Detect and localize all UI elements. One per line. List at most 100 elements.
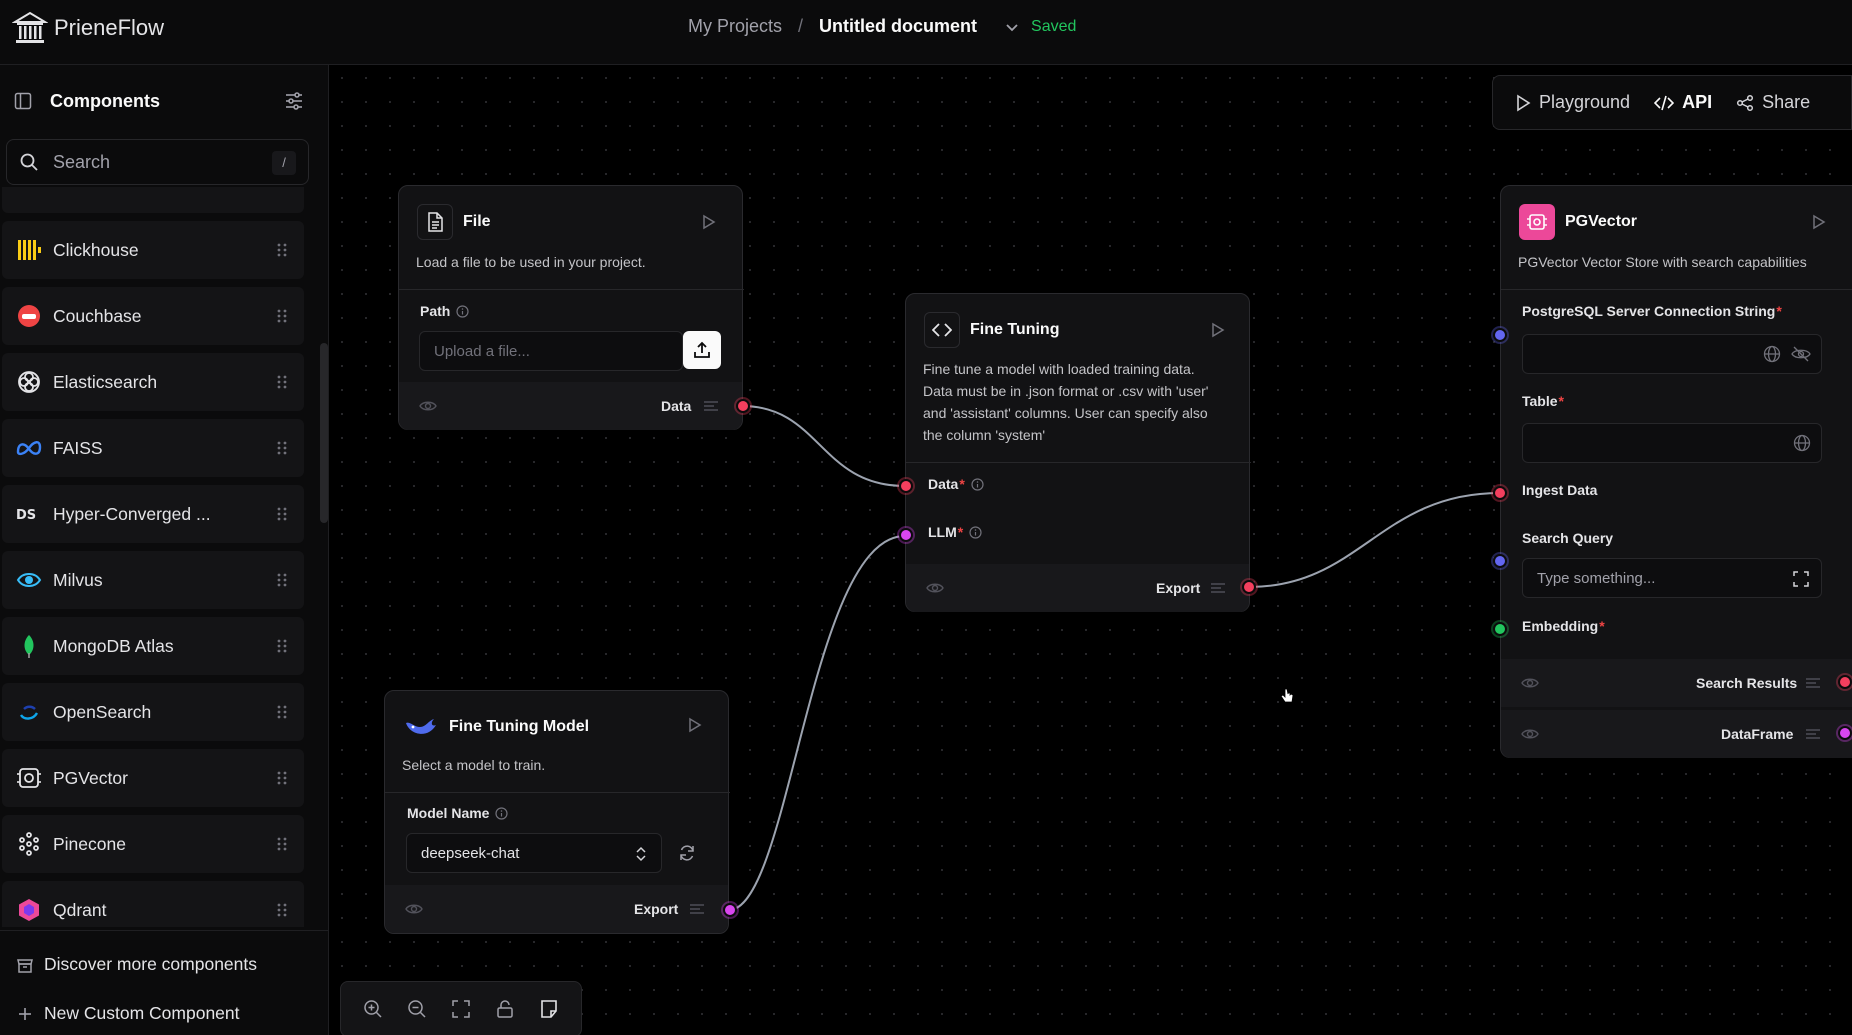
run-node-icon[interactable] xyxy=(687,717,703,733)
output-list-icon[interactable] xyxy=(703,398,719,414)
breadcrumb-projects[interactable]: My Projects xyxy=(688,16,782,37)
drag-handle-icon[interactable] xyxy=(276,638,288,654)
search-query-input[interactable]: Type something... xyxy=(1522,558,1822,598)
model-output-port[interactable] xyxy=(723,903,737,917)
sidebar-scrollbar[interactable] xyxy=(320,343,328,523)
model-name-select[interactable]: deepseek-chat xyxy=(406,833,662,873)
drag-handle-icon[interactable] xyxy=(276,374,288,390)
finetuning-data-input-port[interactable] xyxy=(899,479,913,493)
sidebar-item-label: OpenSearch xyxy=(53,701,152,722)
share-button[interactable]: Share xyxy=(1724,83,1822,123)
run-node-icon[interactable] xyxy=(1811,214,1827,230)
fine-tuning-node[interactable]: Fine Tuning Fine tune a model with loade… xyxy=(905,293,1251,612)
globe-icon[interactable] xyxy=(1793,434,1811,452)
drag-handle-icon[interactable] xyxy=(276,836,288,852)
fit-view-button[interactable] xyxy=(448,996,474,1022)
sidebar-item-qdrant[interactable]: Qdrant xyxy=(2,881,304,927)
sidebar-item-pgvector[interactable]: PGVector xyxy=(2,749,304,807)
model-name-value: deepseek-chat xyxy=(421,844,520,862)
drag-handle-icon[interactable] xyxy=(276,704,288,720)
sidebar-item-label: Elasticsearch xyxy=(53,371,158,392)
info-icon[interactable] xyxy=(495,806,509,820)
eye-icon[interactable] xyxy=(926,579,944,597)
sidebar-item-elasticsearch[interactable]: Elasticsearch xyxy=(2,353,304,411)
file-output-port[interactable] xyxy=(736,399,750,413)
fine-tuning-model-node[interactable]: Fine Tuning Model Select a model to trai… xyxy=(384,690,730,934)
sidebar-item-milvus[interactable]: Milvus xyxy=(2,551,304,609)
run-node-icon[interactable] xyxy=(1210,322,1226,338)
drag-handle-icon[interactable] xyxy=(276,902,288,918)
connection-string-input[interactable] xyxy=(1522,334,1822,374)
sidebar-item-hyper-converged[interactable]: DS Hyper-Converged ... xyxy=(2,485,304,543)
search-query-input-port[interactable] xyxy=(1493,554,1507,568)
embedding-input-port[interactable] xyxy=(1493,622,1507,636)
drag-handle-icon[interactable] xyxy=(276,572,288,588)
ingest-data-input-port[interactable] xyxy=(1493,486,1507,500)
pgvector-node[interactable]: PGVector PGVector Vector Store with sear… xyxy=(1500,185,1852,758)
breadcrumb: My Projects / Untitled document Saved xyxy=(688,16,1076,37)
run-node-icon[interactable] xyxy=(701,214,717,230)
search-query-text: Search Query xyxy=(1522,530,1614,546)
sticky-note-button[interactable] xyxy=(536,996,562,1022)
table-input[interactable] xyxy=(1522,423,1822,463)
eye-icon[interactable] xyxy=(1521,725,1539,743)
connection-string-input-port[interactable] xyxy=(1493,328,1507,342)
dataframe-output-port[interactable] xyxy=(1838,726,1852,740)
list-item-partial[interactable] xyxy=(2,187,304,213)
info-icon[interactable] xyxy=(971,477,984,491)
refresh-icon[interactable] xyxy=(678,844,696,862)
api-button[interactable]: API xyxy=(1642,83,1724,123)
description-line: Fine tune a model with loaded training d… xyxy=(923,361,1195,377)
expand-icon[interactable] xyxy=(1793,571,1809,587)
sidebar-item-label: PGVector xyxy=(53,767,128,788)
search-results-output-port[interactable] xyxy=(1838,675,1852,689)
output-list-icon[interactable] xyxy=(1805,726,1821,742)
chevron-down-icon[interactable] xyxy=(1003,18,1021,36)
playground-button[interactable]: Playground xyxy=(1503,83,1642,123)
drag-handle-icon[interactable] xyxy=(276,308,288,324)
info-icon[interactable] xyxy=(456,304,469,318)
drag-handle-icon[interactable] xyxy=(276,440,288,456)
document-title[interactable]: Untitled document xyxy=(819,16,977,37)
sidebar-item-label: MongoDB Atlas xyxy=(53,635,174,656)
output-list-icon[interactable] xyxy=(1805,675,1821,691)
output-list-icon[interactable] xyxy=(1210,580,1226,596)
data-input-label: Data * xyxy=(928,476,984,492)
zoom-in-button[interactable] xyxy=(360,996,386,1022)
unlock-icon xyxy=(497,1000,513,1018)
new-custom-component-button[interactable]: New Custom Component xyxy=(16,1003,240,1024)
sidebar-item-faiss[interactable]: FAISS xyxy=(2,419,304,477)
output-label: DataFrame xyxy=(1721,726,1794,742)
filter-settings-icon[interactable] xyxy=(284,91,304,111)
drag-handle-icon[interactable] xyxy=(276,506,288,522)
globe-icon[interactable] xyxy=(1763,345,1781,363)
sidebar-item-clickhouse[interactable]: Clickhouse xyxy=(2,221,304,279)
upload-file-input[interactable]: Upload a file... xyxy=(419,331,683,371)
eye-off-icon[interactable] xyxy=(1791,345,1811,363)
file-node[interactable]: File Load a file to be used in your proj… xyxy=(398,185,744,430)
output-list-icon[interactable] xyxy=(689,901,705,917)
sidebar-item-mongodb-atlas[interactable]: MongoDB Atlas xyxy=(2,617,304,675)
search-input[interactable] xyxy=(53,151,263,173)
eye-icon[interactable] xyxy=(405,900,423,918)
lock-button[interactable] xyxy=(492,996,518,1022)
component-search[interactable]: / xyxy=(6,139,309,185)
finetuning-llm-input-port[interactable] xyxy=(899,528,913,542)
eye-icon[interactable] xyxy=(419,397,437,415)
info-icon[interactable] xyxy=(969,525,982,539)
zoom-out-button[interactable] xyxy=(404,996,430,1022)
upload-button[interactable] xyxy=(683,331,721,369)
drag-handle-icon[interactable] xyxy=(276,242,288,258)
app-logo[interactable]: PrieneFlow xyxy=(12,10,164,46)
table-field-label: Table * xyxy=(1522,393,1564,409)
discover-components-link[interactable]: Discover more components xyxy=(16,954,257,975)
search-query-placeholder: Type something... xyxy=(1537,569,1656,587)
share-icon xyxy=(1737,94,1754,111)
finetuning-output-port[interactable] xyxy=(1242,580,1256,594)
eye-icon[interactable] xyxy=(1521,674,1539,692)
sidebar-item-pinecone[interactable]: Pinecone xyxy=(2,815,304,873)
sidebar-item-couchbase[interactable]: Couchbase xyxy=(2,287,304,345)
drag-handle-icon[interactable] xyxy=(276,770,288,786)
sidebar-item-opensearch[interactable]: OpenSearch xyxy=(2,683,304,741)
sidebar-toggle-icon[interactable] xyxy=(14,92,32,110)
